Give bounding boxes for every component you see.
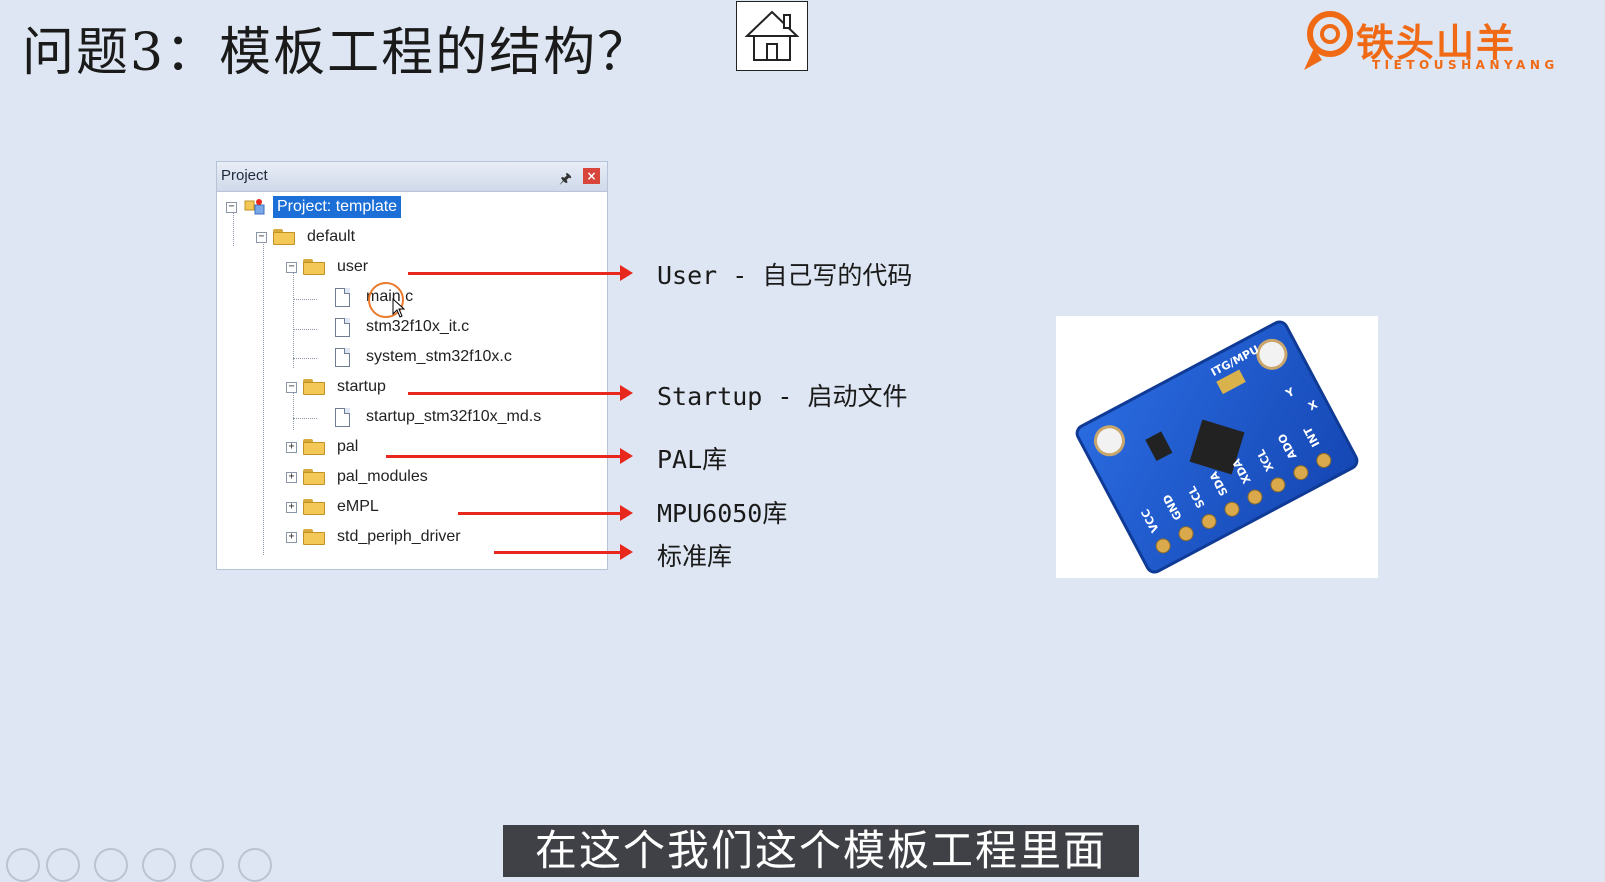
collapse-icon[interactable]: − — [256, 231, 267, 243]
tree-item-pal-modules[interactable]: + pal_modules — [286, 464, 432, 490]
tree-item-empl[interactable]: + eMPL — [286, 494, 383, 520]
tree-item-label: user — [337, 258, 369, 275]
tree-item-std-periph-driver[interactable]: + std_periph_driver — [286, 524, 465, 550]
file-icon — [335, 407, 350, 427]
collapse-icon[interactable]: − — [226, 201, 237, 213]
collapse-icon[interactable]: − — [286, 261, 297, 273]
home-button[interactable] — [736, 1, 808, 71]
annotation-mpu6050: MPU6050库 — [657, 499, 788, 528]
folder-icon — [273, 229, 295, 245]
tree-item-startup-s[interactable]: startup_stm32f10x_md.s — [335, 404, 545, 430]
video-subtitle: 在这个我们这个模板工程里面 — [503, 825, 1139, 877]
home-icon — [744, 10, 800, 61]
close-icon[interactable]: × — [583, 168, 600, 184]
mouse-cursor-icon — [392, 298, 406, 318]
tree-item-label: eMPL — [337, 498, 379, 515]
file-icon — [335, 317, 350, 337]
tree-item-project[interactable]: − Project: template — [226, 194, 402, 220]
tree-item-pal[interactable]: + pal — [286, 434, 362, 460]
arrow-pal — [386, 448, 633, 464]
tree-item-user[interactable]: − user — [286, 254, 372, 280]
arrow-user — [408, 265, 633, 281]
tree-item-label: default — [307, 228, 356, 245]
tree-item-label: startup_stm32f10x_md.s — [366, 408, 542, 425]
tree-item-label: stm32f10x_it.c — [366, 318, 470, 335]
annotation-pal: PAL库 — [657, 445, 728, 474]
tree-item-label: std_periph_driver — [337, 528, 461, 545]
annotation-user: User - 自己写的代码 — [657, 261, 913, 290]
panel-header: Project 🖈 × — [217, 162, 607, 192]
folder-icon — [303, 439, 325, 455]
folder-open-icon — [303, 259, 325, 275]
file-icon — [335, 287, 350, 307]
tree-item-label: Project: template — [273, 196, 402, 218]
panel-title: Project — [221, 167, 268, 184]
tree-item-label: startup — [337, 378, 386, 395]
arrow-std-periph — [494, 544, 633, 560]
tree-item-label: pal_modules — [337, 468, 428, 485]
mpu6050-board-image: VCC GND SCL SDA XDA XCL ADO INT ITG/MPU … — [1056, 316, 1378, 578]
folder-icon — [303, 529, 325, 545]
pin-icon[interactable]: 🖈 — [559, 168, 572, 192]
slide-title: 问题3：模板工程的结构？ — [22, 23, 652, 83]
tree-item-label: pal — [337, 438, 359, 455]
project-panel: Project 🖈 × − Project: template − defaul… — [216, 161, 608, 570]
project-icon — [243, 197, 267, 217]
tree-item-label: system_stm32f10x.c — [366, 348, 512, 365]
folder-icon — [303, 469, 325, 485]
tree-item-system-stm32f10x[interactable]: system_stm32f10x.c — [335, 344, 516, 370]
brand-logo: 铁头山羊 TIETOUSHANYANG — [1300, 8, 1600, 74]
file-icon — [335, 347, 350, 367]
folder-icon — [303, 499, 325, 515]
tree-item-default[interactable]: − default — [256, 224, 359, 250]
mpu6050-board-illustration: VCC GND SCL SDA XDA XCL ADO INT ITG/MPU … — [1075, 320, 1359, 574]
annotation-startup: Startup - 启动文件 — [657, 382, 908, 411]
ram-logo-icon — [1304, 11, 1353, 70]
expand-icon[interactable]: + — [286, 531, 297, 543]
tree-item-startup[interactable]: − startup — [286, 374, 390, 400]
arrow-startup — [408, 385, 633, 401]
folder-open-icon — [303, 379, 325, 395]
collapse-icon[interactable]: − — [286, 381, 297, 393]
expand-icon[interactable]: + — [286, 441, 297, 453]
expand-icon[interactable]: + — [286, 501, 297, 513]
annotation-std-lib: 标准库 — [657, 542, 733, 571]
expand-icon[interactable]: + — [286, 471, 297, 483]
logo-subtext: TIETOUSHANYANG — [1372, 58, 1559, 72]
arrow-empl — [458, 505, 633, 521]
